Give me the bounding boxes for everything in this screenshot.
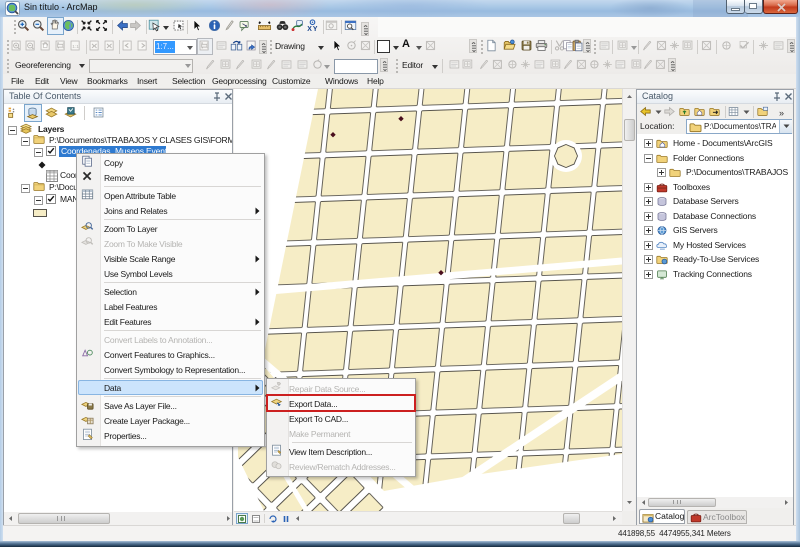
svg-text:X: X (307, 26, 312, 32)
svg-text:Y: Y (313, 26, 318, 32)
svg-text:1:1: 1:1 (72, 44, 79, 50)
